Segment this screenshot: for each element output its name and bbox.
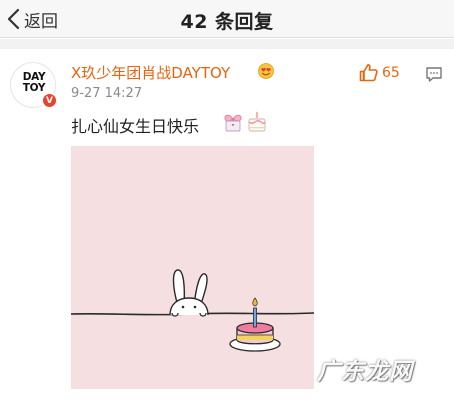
comment-text: 扎心仙女生日快乐 [71, 117, 200, 136]
like-button[interactable]: 65 [359, 63, 400, 82]
username-link[interactable]: X玖少年团肖战DAYTOY [71, 62, 230, 83]
heart-eyes-emoji-badge-icon [258, 63, 274, 79]
verified-icon: V [41, 92, 58, 109]
bunny-and-birthday-cake-illustration [70, 146, 315, 389]
bow-gift-emoji-icon [224, 114, 242, 132]
watermark-text: 广东龙网 [317, 359, 413, 385]
thumbs-up-icon [359, 64, 378, 82]
avatar-logo: DAY TOY [15, 72, 53, 94]
navigation-bar: 返回 42 条回复 [0, 0, 454, 38]
post-image[interactable] [70, 146, 315, 389]
comment-timestamp: 9-27 14:27 [71, 86, 143, 101]
page-title: 42 条回复 [180, 11, 274, 33]
comment-bubble-icon[interactable] [425, 66, 443, 83]
section-divider [0, 39, 454, 49]
like-count: 65 [382, 64, 400, 81]
avatar[interactable]: DAY TOY V [10, 62, 58, 109]
birthday-cake-emoji-icon [248, 111, 266, 132]
